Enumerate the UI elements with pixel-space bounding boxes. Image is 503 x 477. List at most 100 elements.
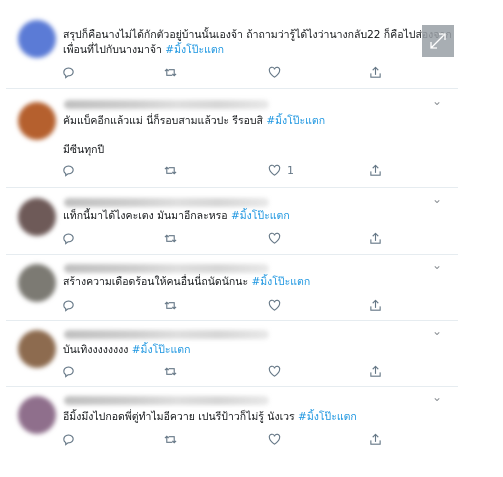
retweet-button[interactable]	[164, 365, 177, 378]
retweet-button[interactable]	[164, 433, 177, 446]
heart-icon	[268, 164, 281, 176]
expand-icon[interactable]	[422, 25, 454, 57]
reply-button[interactable]	[62, 299, 75, 312]
tweet-actions	[62, 299, 392, 315]
retweet-button[interactable]	[164, 66, 177, 79]
hashtag-link[interactable]: #มิ้งโป๊ะแตก	[231, 210, 290, 222]
tweet-header	[64, 330, 269, 339]
hashtag-link[interactable]: #มิ้งโป๊ะแตก	[266, 115, 325, 127]
like-count: 1	[287, 164, 294, 177]
chevron-down-icon[interactable]: ⌄	[432, 94, 442, 108]
share-icon	[370, 232, 381, 244]
tweet-body: อีมิ้งมึงไปกอดพี่ตู่ทำไมอีควาย เปนรีป้าว…	[63, 411, 295, 423]
retweet-icon	[164, 166, 177, 175]
tweet[interactable]: ⌄ สร้างความเดือดร้อนให้คนอื่นนี่ถนัดนักน…	[0, 258, 503, 320]
heart-icon	[268, 66, 281, 78]
tweet-actions	[62, 66, 392, 82]
hashtag-link[interactable]: #มิ้งโป๊ะแตก	[298, 411, 357, 423]
reply-button[interactable]	[62, 164, 75, 177]
tweet[interactable]: ⌄ แท็กนี้มาได้ไงคะเตง มันมาอีกละหรอ #มิ้…	[0, 192, 503, 254]
avatar[interactable]	[18, 396, 56, 434]
retweet-icon	[164, 234, 177, 243]
tweet[interactable]: ⌄ คัมแบ็คอีกแล้วแม่ นี่ก็รอบสามแล้วปะ รี…	[0, 94, 503, 184]
retweet-button[interactable]	[164, 299, 177, 312]
share-button[interactable]	[369, 66, 382, 79]
hashtag-link[interactable]: #มิ้งโป๊ะแตก	[132, 344, 191, 356]
reply-icon	[63, 233, 74, 245]
tweet-body: คัมแบ็คอีกแล้วแม่ นี่ก็รอบสามแล้วปะ รีรอ…	[63, 115, 263, 127]
tweet-feed: สรุปก็คือนางไม่ได้กักตัวอยู่บ้านนั้นเองจ…	[0, 0, 503, 477]
tweet-actions	[62, 433, 392, 449]
like-button[interactable]	[268, 433, 287, 446]
tweet-body: สร้างความเดือดร้อนให้คนอื่นนี่ถนัดนักนะ	[63, 276, 249, 288]
retweet-icon	[164, 68, 177, 77]
like-button[interactable]	[268, 232, 287, 245]
hashtag-link[interactable]: #มิ้งโป๊ะแตก	[165, 44, 224, 56]
heart-icon	[268, 299, 281, 311]
share-icon	[370, 66, 381, 78]
tweet-header	[64, 264, 269, 273]
tweet-text: บันเทิงงงงงงงง #มิ้งโป๊ะแตก	[63, 343, 458, 358]
share-button[interactable]	[369, 164, 382, 177]
share-icon	[370, 299, 381, 311]
tweet[interactable]: สรุปก็คือนางไม่ได้กักตัวอยู่บ้านนั้นเองจ…	[0, 16, 503, 94]
heart-icon	[268, 365, 281, 377]
divider	[6, 187, 458, 188]
divider	[6, 386, 458, 387]
share-icon	[370, 433, 381, 445]
tweet-body: บันเทิงงงงงงงง	[63, 344, 129, 356]
tweet-text: อีมิ้งมึงไปกอดพี่ตู่ทำไมอีควาย เปนรีป้าว…	[63, 410, 458, 425]
tweet[interactable]: ⌄ อีมิ้งมึงไปกอดพี่ตู่ทำไมอีควาย เปนรีป้…	[0, 390, 503, 454]
reply-icon	[63, 67, 74, 79]
retweet-button[interactable]	[164, 164, 177, 177]
divider	[6, 88, 458, 89]
tweet-header	[64, 100, 269, 109]
divider	[6, 320, 458, 321]
like-button[interactable]	[268, 66, 287, 79]
tweet-header	[64, 198, 269, 207]
tweet-actions	[62, 232, 392, 248]
like-button[interactable]	[268, 299, 287, 312]
heart-icon	[268, 433, 281, 445]
share-icon	[370, 164, 381, 176]
tweet-text-extra: มีซีนทุกปี	[63, 144, 105, 156]
reply-button[interactable]	[62, 433, 75, 446]
reply-button[interactable]	[62, 365, 75, 378]
tweet-text: คัมแบ็คอีกแล้วแม่ นี่ก็รอบสามแล้วปะ รีรอ…	[63, 114, 458, 129]
hashtag-link[interactable]: #มิ้งโป๊ะแตก	[251, 276, 310, 288]
chevron-down-icon[interactable]: ⌄	[432, 192, 442, 206]
tweet-body: แท็กนี้มาได้ไงคะเตง มันมาอีกละหรอ	[63, 210, 228, 222]
share-button[interactable]	[369, 232, 382, 245]
retweet-icon	[164, 435, 177, 444]
like-button[interactable]	[268, 365, 287, 378]
share-button[interactable]	[369, 433, 382, 446]
chevron-down-icon[interactable]: ⌄	[432, 258, 442, 272]
avatar[interactable]	[18, 198, 56, 236]
share-button[interactable]	[369, 365, 382, 378]
heart-icon	[268, 232, 281, 244]
like-button[interactable]: 1	[268, 164, 294, 177]
reply-button[interactable]	[62, 232, 75, 245]
tweet-text: สรุปก็คือนางไม่ได้กักตัวอยู่บ้านนั้นเองจ…	[63, 28, 458, 58]
reply-icon	[63, 165, 74, 177]
reply-icon	[63, 366, 74, 378]
avatar[interactable]	[18, 264, 56, 302]
retweet-icon	[164, 301, 177, 310]
tweet-body: สรุปก็คือนางไม่ได้กักตัวอยู่บ้านนั้นเองจ…	[63, 29, 452, 56]
reply-button[interactable]	[62, 66, 75, 79]
avatar[interactable]	[18, 330, 56, 368]
chevron-down-icon[interactable]: ⌄	[432, 390, 442, 404]
retweet-button[interactable]	[164, 232, 177, 245]
reply-icon	[63, 434, 74, 446]
tweet[interactable]: ⌄ บันเทิงงงงงงงง #มิ้งโป๊ะแตก	[0, 324, 503, 386]
tweet-actions: 1	[62, 164, 392, 180]
share-icon	[370, 365, 381, 377]
chevron-down-icon[interactable]: ⌄	[432, 324, 442, 338]
share-button[interactable]	[369, 299, 382, 312]
tweet-header	[64, 396, 269, 405]
avatar[interactable]	[18, 20, 56, 58]
reply-icon	[63, 300, 74, 312]
tweet-text: สร้างความเดือดร้อนให้คนอื่นนี่ถนัดนักนะ …	[63, 275, 458, 290]
avatar[interactable]	[18, 102, 56, 140]
retweet-icon	[164, 367, 177, 376]
